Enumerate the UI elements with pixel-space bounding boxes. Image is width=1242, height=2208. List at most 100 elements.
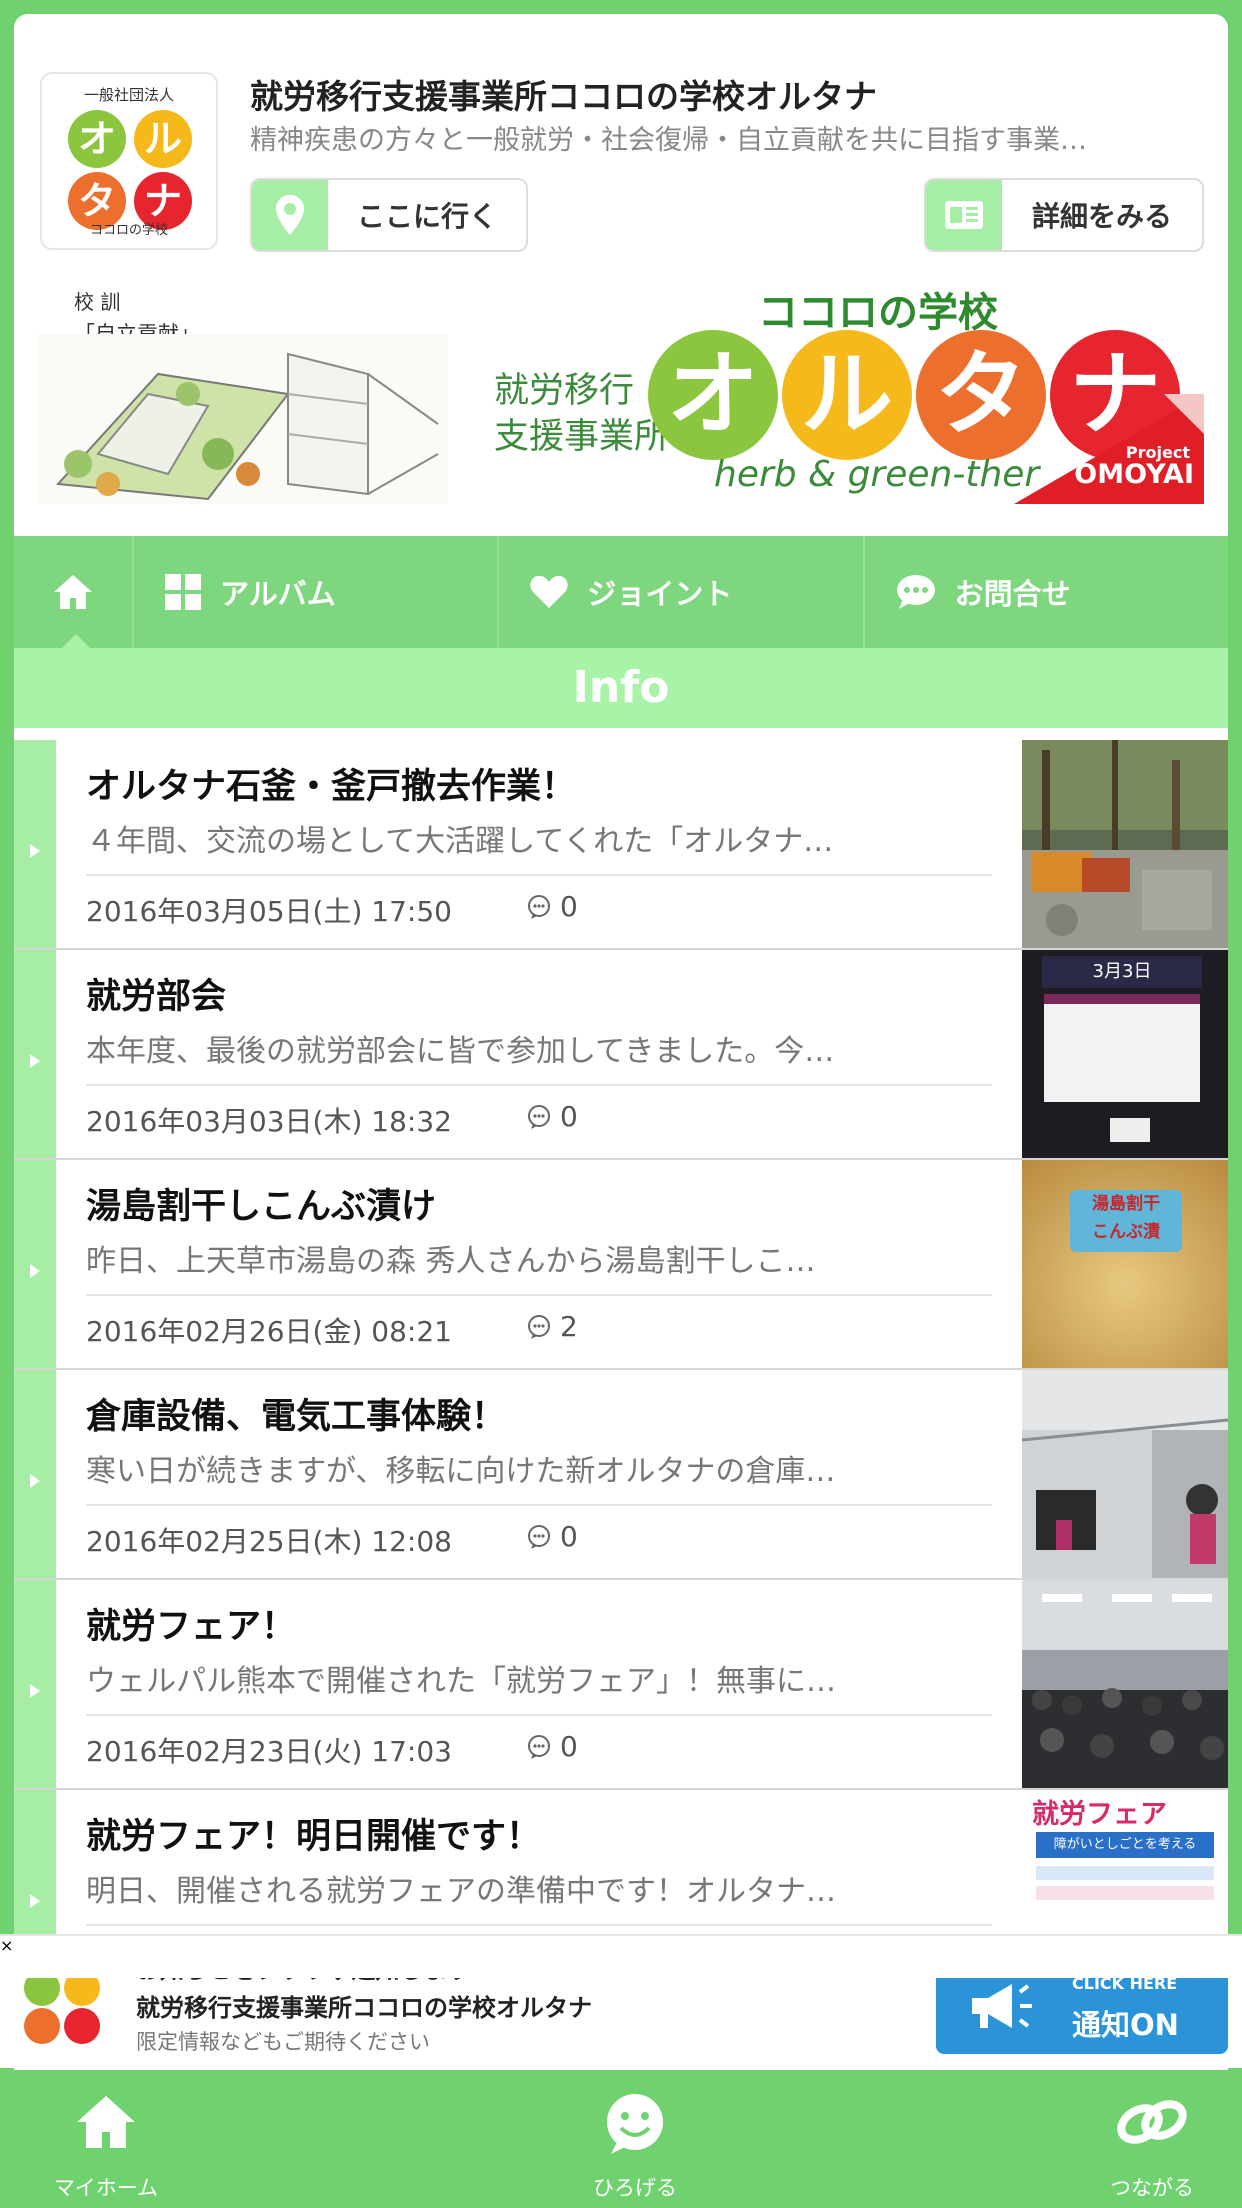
post-thumbnail <box>1022 740 1228 948</box>
post-comments: 0 <box>526 1730 578 1763</box>
nav-spread-label: ひろげる <box>593 2176 677 2200</box>
post-item[interactable]: 就労フェア！ ウェルパル熊本で開催された「就労フェア」！無事に… 2016年02… <box>14 1580 1228 1790</box>
thumb-label: 湯島割干 こんぶ漬 <box>1070 1190 1182 1252</box>
goto-label: ここに行く <box>356 200 497 233</box>
comment-icon <box>528 1314 550 1339</box>
banner-char-o: オ <box>648 330 778 460</box>
comment-icon <box>528 1734 550 1759</box>
thumb-row-a <box>1036 1866 1214 1880</box>
detail-button[interactable]: 詳細をみる <box>924 178 1204 252</box>
nav-my-home-label: マイホーム <box>53 2176 159 2200</box>
thumb-caption: 3月3日 <box>1042 956 1202 988</box>
post-divider <box>86 1504 992 1506</box>
tab-joint-label: ジョイント <box>587 577 733 611</box>
comment-icon <box>528 1524 550 1549</box>
megaphone-icon <box>972 1984 1032 2028</box>
post-excerpt: 本年度、最後の就労部会に皆で参加してきました。今… <box>86 1034 835 1069</box>
arrow-right-icon <box>30 844 40 858</box>
post-comments: 2 <box>526 1310 578 1343</box>
post-excerpt: ４年間、交流の場として大活躍してくれた「オルタナ… <box>86 824 834 859</box>
thumb-row-b <box>1036 1886 1214 1900</box>
smile-icon <box>505 2092 765 2156</box>
post-title: 湯島割干しこんぶ漬け <box>86 1187 437 1227</box>
thumb-poster-band <box>1044 994 1200 1004</box>
post-divider <box>86 1294 992 1296</box>
home-icon <box>54 575 92 609</box>
comment-count: 0 <box>560 1520 578 1553</box>
post-comments: 0 <box>526 890 578 923</box>
tab-home[interactable] <box>14 536 134 648</box>
post-item[interactable]: 湯島割干しこんぶ漬け 昨日、上天草市湯島の森 秀人さんから湯島割干しこ… 201… <box>14 1160 1228 1370</box>
post-title: 就労フェア！明日開催です！ <box>86 1817 542 1857</box>
tab-contact[interactable]: お問合せ <box>865 536 1228 648</box>
header-banner: 校 訓 「自立貢献」 ココロの学校 就労移行 支援事業所 オ ル <box>38 274 1204 504</box>
thumb-fair-title: 就労フェア <box>1032 1799 1167 1830</box>
site-description: 精神疾患の方々と一般就労・社会復帰・自立貢献を共に目指す事業… <box>250 125 1087 156</box>
comment-count: 0 <box>560 1730 578 1763</box>
post-divider <box>86 1714 992 1716</box>
arrow-right-icon <box>30 1054 40 1068</box>
post-divider <box>86 874 992 876</box>
nav-connect[interactable]: つながる <box>1022 2070 1242 2208</box>
section-title: Info <box>14 648 1228 728</box>
bottom-nav: マイホーム ひろげる つながる <box>0 2070 1242 2208</box>
post-item[interactable]: 就労部会 本年度、最後の就労部会に皆で参加してきました。今… 2016年03月0… <box>14 950 1228 1160</box>
push-line-2: 就労移行支援事業所ココロの学校オルタナ <box>136 1994 592 2022</box>
goto-button[interactable]: ここに行く <box>250 178 528 252</box>
arrow-right-icon <box>30 1474 40 1488</box>
school-title: ココロの学校 <box>758 290 998 336</box>
nav-my-home[interactable]: マイホーム <box>0 2070 236 2208</box>
grid-icon <box>164 573 202 611</box>
banner-text-1: 就労移行 <box>494 371 635 411</box>
banner-char-ru: ル <box>782 330 912 460</box>
post-item[interactable]: オルタナ石釜・釜戸撤去作業！ ４年間、交流の場として大活躍してくれた「オルタナ…… <box>14 740 1228 950</box>
post-title: 倉庫設備、電気工事体験！ <box>86 1397 507 1437</box>
document-icon <box>926 180 1002 250</box>
thumb-fair-sub: 障がいとしごとを考える <box>1036 1832 1214 1858</box>
close-push-button[interactable]: × <box>0 1934 1242 1978</box>
site-logo[interactable]: 一般社団法人 オ ル タ ナ ココロの学校 <box>40 72 218 250</box>
detail-label: 詳細をみる <box>1031 200 1172 233</box>
post-divider <box>86 1924 992 1926</box>
banner-text-2: 支援事業所 <box>494 417 670 457</box>
tab-bar: アルバム ジョイント お問合せ <box>14 536 1228 648</box>
post-excerpt: 寒い日が続きますが、移転に向けた新オルタナの倉庫… <box>86 1454 836 1489</box>
post-divider <box>86 1084 992 1086</box>
tab-album-label: アルバム <box>220 577 336 611</box>
site-header: 一般社団法人 オ ル タ ナ ココロの学校 就労移行支援事業所ココロの学校オルタ… <box>14 14 1228 534</box>
comment-count: 2 <box>560 1310 578 1343</box>
post-item[interactable]: 倉庫設備、電気工事体験！ 寒い日が続きますが、移転に向けた新オルタナの倉庫… 2… <box>14 1370 1228 1580</box>
post-thumbnail <box>1022 1580 1228 1788</box>
comment-icon <box>528 1104 550 1129</box>
map-pin-icon <box>252 180 328 250</box>
nav-spread[interactable]: ひろげる <box>505 2070 765 2208</box>
post-title: オルタナ石釜・釜戸撤去作業！ <box>86 767 577 807</box>
post-comments: 0 <box>526 1520 578 1553</box>
comment-icon <box>528 894 550 919</box>
logo-bottom-text: ココロの学校 <box>89 223 168 238</box>
post-date: 2016年03月03日(木) 18:32 <box>86 1105 452 1138</box>
site-title: 就労移行支援事業所ココロの学校オルタナ <box>250 77 877 116</box>
arrow-right-icon <box>30 1264 40 1278</box>
post-excerpt: 明日、開催される就労フェアの準備中です！オルタナ… <box>86 1874 836 1909</box>
tab-album[interactable]: アルバム <box>134 536 500 648</box>
post-excerpt: ウェルパル熊本で開催された「就労フェア」！無事に… <box>86 1664 836 1699</box>
logo-char-ru: ル <box>134 110 192 168</box>
logo-char-o: オ <box>68 110 126 168</box>
post-title: 就労フェア！ <box>86 1607 297 1647</box>
home-icon <box>0 2092 236 2152</box>
post-date: 2016年03月05日(土) 17:50 <box>86 895 452 928</box>
thumb-mascot <box>1110 1118 1150 1142</box>
link-icon <box>1022 2092 1242 2152</box>
post-thumbnail: 湯島割干 こんぶ漬 <box>1022 1160 1228 1368</box>
arrow-right-icon <box>30 1684 40 1698</box>
tab-joint[interactable]: ジョイント <box>499 536 865 648</box>
chat-bubble-icon <box>895 573 937 611</box>
comment-count: 0 <box>560 1100 578 1133</box>
arrow-right-icon <box>30 1894 40 1908</box>
herb-text: herb & green-ther <box>714 454 1040 495</box>
cta-big-label: 通知ON <box>1072 2008 1179 2042</box>
post-date: 2016年02月26日(金) 08:21 <box>86 1315 452 1348</box>
thumb-poster <box>1044 994 1200 1102</box>
post-date: 2016年02月25日(木) 12:08 <box>86 1525 452 1558</box>
